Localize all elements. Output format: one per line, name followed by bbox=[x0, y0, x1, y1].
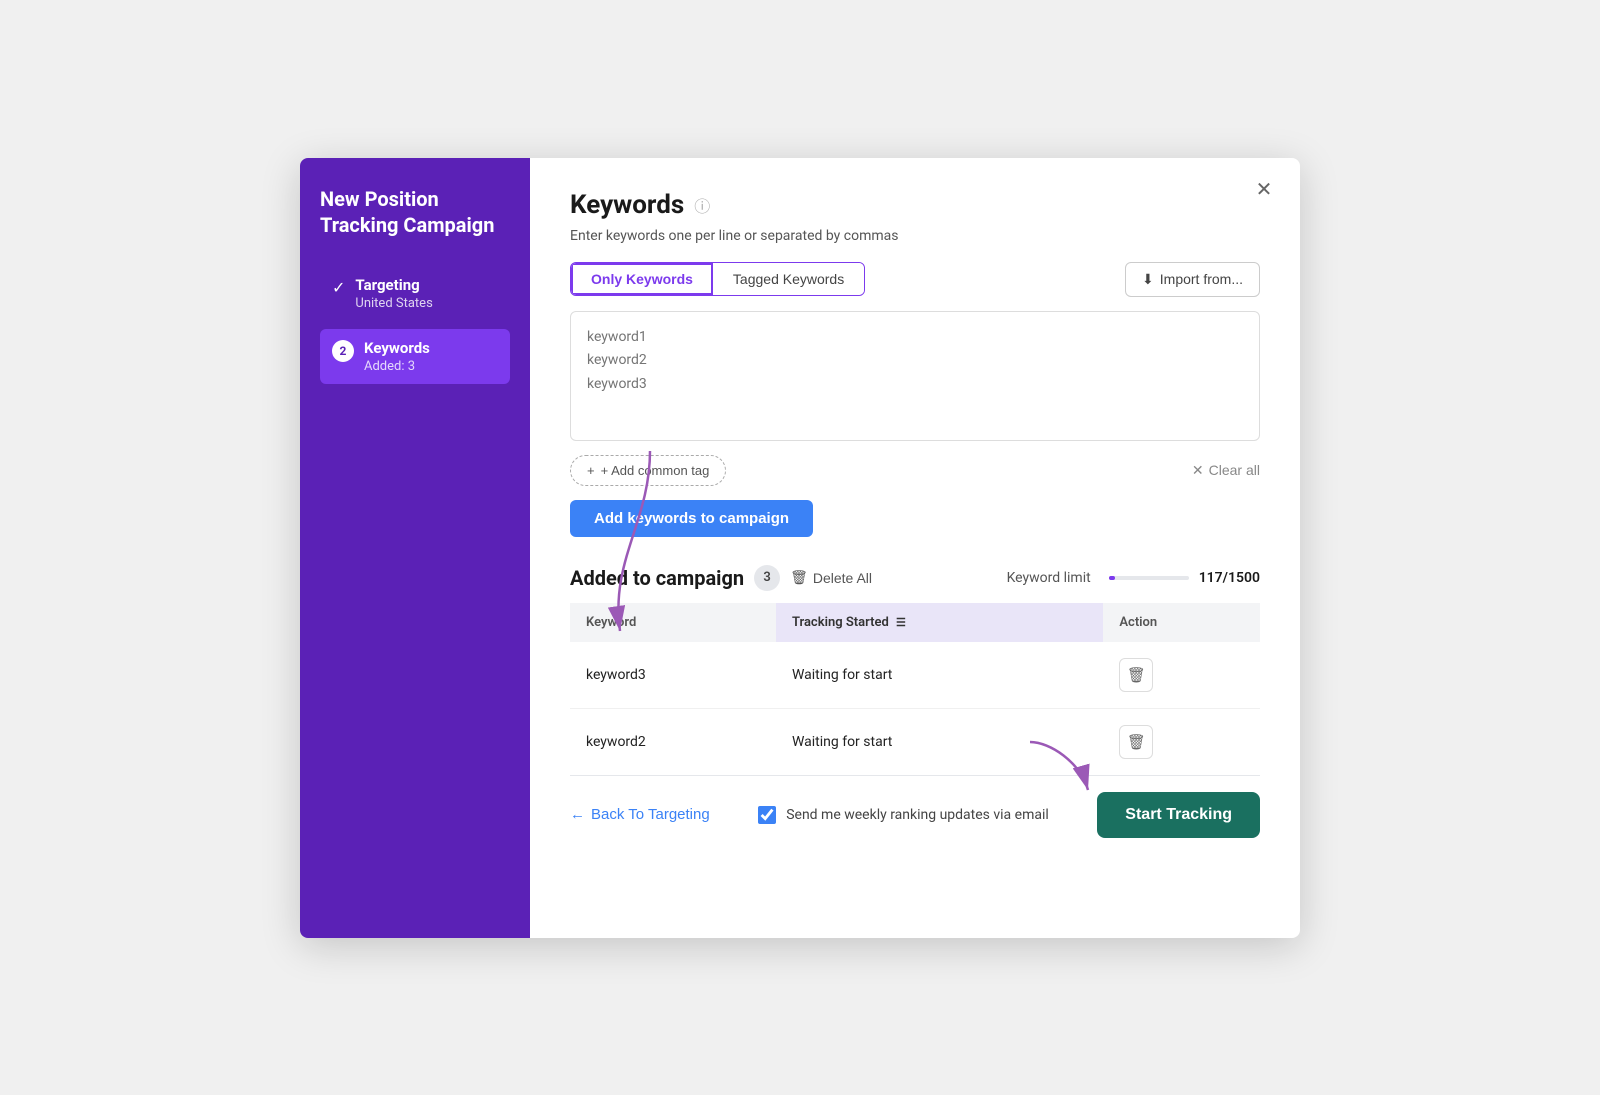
campaign-count-badge: 3 bbox=[754, 565, 780, 591]
textarea-wrapper bbox=[570, 311, 1260, 445]
table-row: keyword2 Waiting for start 🗑 bbox=[570, 708, 1260, 775]
th-keyword: Keyword bbox=[570, 603, 776, 642]
email-checkbox-row: Send me weekly ranking updates via email bbox=[710, 806, 1098, 824]
section-header: Added to campaign 3 🗑 Delete All Keyword… bbox=[570, 565, 1260, 591]
start-tracking-area: Start Tracking bbox=[1097, 792, 1260, 838]
tab-only-keywords[interactable]: Only Keywords bbox=[571, 263, 713, 295]
sidebar-targeting-sublabel: United States bbox=[355, 296, 432, 311]
delete-all-label: Delete All bbox=[813, 570, 872, 586]
keywords-step-number: 2 bbox=[332, 340, 354, 362]
kw-cell-keyword3: keyword3 bbox=[570, 642, 776, 709]
kw-cell-keyword2: keyword2 bbox=[570, 708, 776, 775]
th-action: Action bbox=[1103, 603, 1260, 642]
email-checkbox-label: Send me weekly ranking updates via email bbox=[786, 807, 1049, 823]
import-download-icon: ⬇ bbox=[1142, 271, 1154, 288]
page-title-row: Keywords ⓘ bbox=[570, 190, 1260, 220]
delete-icon-2: 🗑 bbox=[1127, 733, 1146, 751]
keyword-tabs: Only Keywords Tagged Keywords bbox=[570, 262, 865, 296]
sidebar-targeting-content: Targeting United States bbox=[355, 276, 432, 311]
sidebar: New Position Tracking Campaign ✓ Targeti… bbox=[300, 158, 530, 938]
delete-row-button-3[interactable]: 🗑 bbox=[1119, 658, 1153, 692]
delete-row-button-2[interactable]: 🗑 bbox=[1119, 725, 1153, 759]
keywords-textarea[interactable] bbox=[570, 311, 1260, 441]
delete-icon-3: 🗑 bbox=[1127, 666, 1146, 684]
sidebar-keywords-content: Keywords Added: 3 bbox=[364, 339, 430, 374]
th-tracking-started: Tracking Started ☰ bbox=[776, 603, 1103, 642]
back-to-targeting-button[interactable]: ← Back To Targeting bbox=[570, 806, 710, 823]
email-checkbox[interactable] bbox=[758, 806, 776, 824]
close-icon: ✕ bbox=[1256, 177, 1273, 202]
kw-cell-status3: Waiting for start bbox=[776, 642, 1103, 709]
sidebar-item-targeting[interactable]: ✓ Targeting United States bbox=[320, 266, 510, 321]
main-content: ✕ Keywords ⓘ Enter keywords one per line… bbox=[530, 158, 1300, 938]
kw-cell-status2: Waiting for start bbox=[776, 708, 1103, 775]
sidebar-item-keywords[interactable]: 2 Keywords Added: 3 bbox=[320, 329, 510, 384]
sort-icon[interactable]: ☰ bbox=[896, 616, 906, 629]
start-tracking-button[interactable]: Start Tracking bbox=[1097, 792, 1260, 838]
back-button-label: Back To Targeting bbox=[591, 806, 710, 823]
delete-all-button[interactable]: 🗑 Delete All bbox=[790, 569, 872, 586]
limit-bar-wrap bbox=[1109, 576, 1189, 580]
add-keywords-row: Add keywords to campaign bbox=[570, 500, 1260, 537]
tabs-row: Only Keywords Tagged Keywords ⬇ Import f… bbox=[570, 262, 1260, 297]
check-icon: ✓ bbox=[332, 278, 345, 297]
section-title: Added to campaign bbox=[570, 566, 744, 590]
import-button[interactable]: ⬇ Import from... bbox=[1125, 262, 1260, 297]
sidebar-keywords-label: Keywords bbox=[364, 339, 430, 357]
import-button-label: Import from... bbox=[1160, 271, 1243, 287]
info-icon[interactable]: ⓘ bbox=[694, 193, 710, 217]
kw-cell-action2: 🗑 bbox=[1103, 708, 1260, 775]
table-header-row: Keyword Tracking Started ☰ Action bbox=[570, 603, 1260, 642]
tag-clear-row: + + Add common tag ✕ Clear all bbox=[570, 455, 1260, 486]
keywords-table: Keyword Tracking Started ☰ Action keywor… bbox=[570, 603, 1260, 775]
bottom-bar: ← Back To Targeting Send me weekly ranki… bbox=[570, 775, 1260, 842]
add-tag-label: + Add common tag bbox=[601, 463, 710, 478]
tab-tagged-keywords[interactable]: Tagged Keywords bbox=[713, 263, 864, 295]
back-arrow-icon: ← bbox=[570, 806, 585, 823]
table-body: keyword3 Waiting for start 🗑 keyword2 Wa… bbox=[570, 642, 1260, 775]
clear-x-icon: ✕ bbox=[1192, 462, 1204, 479]
keyword-limit-label: Keyword limit bbox=[1007, 570, 1091, 586]
keyword-limit-area: Keyword limit 117/1500 bbox=[1007, 570, 1260, 586]
subtitle: Enter keywords one per line or separated… bbox=[570, 228, 1260, 244]
kw-cell-action3: 🗑 bbox=[1103, 642, 1260, 709]
page-title: Keywords bbox=[570, 190, 684, 220]
clear-all-label: Clear all bbox=[1209, 462, 1260, 478]
trash-icon: 🗑 bbox=[790, 569, 808, 586]
added-to-campaign-section: Added to campaign 3 🗑 Delete All Keyword… bbox=[570, 565, 1260, 775]
clear-all-button[interactable]: ✕ Clear all bbox=[1192, 462, 1260, 479]
plus-icon: + bbox=[587, 463, 595, 478]
add-common-tag-button[interactable]: + + Add common tag bbox=[570, 455, 726, 486]
keyword-limit-count: 117/1500 bbox=[1199, 570, 1260, 586]
limit-bar-fill bbox=[1109, 576, 1115, 580]
sidebar-targeting-label: Targeting bbox=[355, 276, 432, 294]
sidebar-title: New Position Tracking Campaign bbox=[320, 186, 510, 238]
table-row: keyword3 Waiting for start 🗑 bbox=[570, 642, 1260, 709]
dialog: New Position Tracking Campaign ✓ Targeti… bbox=[300, 158, 1300, 938]
limit-row: 117/1500 bbox=[1105, 570, 1260, 586]
close-button[interactable]: ✕ bbox=[1248, 174, 1280, 206]
add-keywords-button[interactable]: Add keywords to campaign bbox=[570, 500, 813, 537]
sidebar-keywords-sublabel: Added: 3 bbox=[364, 359, 430, 374]
